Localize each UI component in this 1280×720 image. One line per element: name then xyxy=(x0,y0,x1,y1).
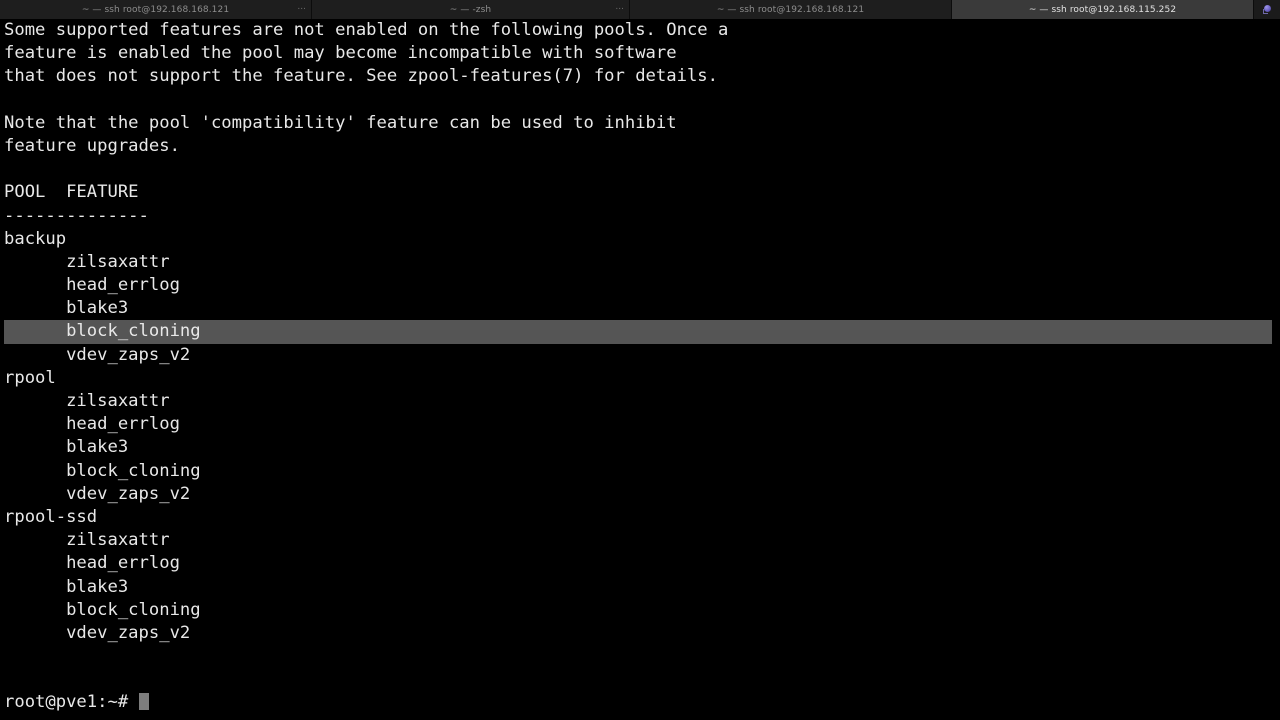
text-cursor xyxy=(138,692,149,711)
tab-bar-right-controls[interactable] xyxy=(1254,0,1280,19)
terminal-tab-3[interactable]: ~ — ssh root@192.168.168.121 xyxy=(630,0,952,19)
terminal-tab-1[interactable]: ~ — ssh root@192.168.168.121 ··· xyxy=(0,0,312,19)
terminal-line: POOL FEATURE xyxy=(0,181,1280,204)
terminal-line: block_cloning xyxy=(0,460,1280,483)
tab-title: ~ — -zsh xyxy=(449,4,492,15)
terminal-line: rpool-ssd xyxy=(0,506,1280,529)
terminal-line: feature upgrades. xyxy=(0,135,1280,158)
terminal-line-text: head_errlog xyxy=(4,414,180,435)
tab-title: ~ — ssh root@192.168.168.121 xyxy=(81,4,230,15)
terminal-line-text: blake3 xyxy=(4,437,129,458)
terminal-line: -------------- xyxy=(0,205,1280,228)
terminal-line-text: Note that the pool 'compatibility' featu… xyxy=(4,112,677,133)
terminal-line: blake3 xyxy=(0,576,1280,599)
terminal-line: vdev_zaps_v2 xyxy=(0,622,1280,645)
terminal-line-text: zilsaxattr xyxy=(4,251,170,272)
terminal-line: head_errlog xyxy=(0,552,1280,575)
tab-overflow-icon[interactable]: ··· xyxy=(615,5,624,14)
terminal-line-text: -------------- xyxy=(4,205,149,226)
terminal-line: that does not support the feature. See z… xyxy=(0,65,1280,88)
shell-prompt: root@pve1:~# xyxy=(4,692,139,713)
terminal-line-selected: block_cloning xyxy=(0,320,1280,344)
orb-tail xyxy=(1262,9,1268,14)
terminal-line-text: feature upgrades. xyxy=(4,135,180,156)
terminal-line-text: rpool xyxy=(4,367,56,388)
terminal-line: zilsaxattr xyxy=(0,251,1280,274)
tab-title: ~ — ssh root@192.168.168.121 xyxy=(716,4,865,15)
terminal-line-text: blake3 xyxy=(4,576,129,597)
terminal-line-text: POOL FEATURE xyxy=(4,182,139,203)
terminal-line-text: block_cloning xyxy=(4,321,201,342)
terminal-line: Note that the pool 'compatibility' featu… xyxy=(0,112,1280,135)
terminal-line-text: blake3 xyxy=(4,298,129,319)
terminal-line: blake3 xyxy=(0,297,1280,320)
terminal-line: zilsaxattr xyxy=(0,529,1280,552)
terminal-screen[interactable]: Some supported features are not enabled … xyxy=(0,19,1280,720)
terminal-line-text: head_errlog xyxy=(4,275,180,296)
terminal-line: head_errlog xyxy=(0,274,1280,297)
terminal-line: head_errlog xyxy=(0,413,1280,436)
orb-icon[interactable] xyxy=(1262,5,1272,14)
terminal-line-text: vdev_zaps_v2 xyxy=(4,483,191,504)
terminal-line: block_cloning xyxy=(0,599,1280,622)
tab-title: ~ — ssh root@192.168.115.252 xyxy=(1028,4,1177,15)
terminal-line: feature is enabled the pool may become i… xyxy=(0,42,1280,65)
terminal-line-text: feature is enabled the pool may become i… xyxy=(4,43,677,64)
terminal-line-text: rpool-ssd xyxy=(4,506,98,527)
terminal-line: zilsaxattr xyxy=(0,390,1280,413)
terminal-line-text: backup xyxy=(4,228,67,249)
terminal-line-text: vdev_zaps_v2 xyxy=(4,622,191,643)
terminal-line: backup xyxy=(0,228,1280,251)
terminal-line-text: that does not support the feature. See z… xyxy=(4,66,718,87)
shell-prompt-line[interactable]: root@pve1:~# xyxy=(0,691,1280,714)
terminal-tab-4[interactable]: ~ — ssh root@192.168.115.252 xyxy=(952,0,1254,19)
terminal-line-text: head_errlog xyxy=(4,553,180,574)
terminal-line: Some supported features are not enabled … xyxy=(0,19,1280,42)
terminal-line-text: block_cloning xyxy=(4,599,201,620)
terminal-line-text: zilsaxattr xyxy=(4,530,170,551)
tab-bar[interactable]: ~ — ssh root@192.168.168.121 ··· ~ — -zsh ·… xyxy=(0,0,1280,19)
tab-overflow-icon[interactable]: ··· xyxy=(297,5,306,14)
terminal-line-text: Some supported features are not enabled … xyxy=(4,20,729,40)
terminal-tab-2[interactable]: ~ — -zsh ··· xyxy=(312,0,630,19)
terminal-line-text: zilsaxattr xyxy=(4,391,170,411)
terminal-line-text: vdev_zaps_v2 xyxy=(4,344,191,365)
terminal-line: blake3 xyxy=(0,436,1280,459)
terminal-line: rpool xyxy=(0,367,1280,390)
terminal-line-text: block_cloning xyxy=(4,460,201,481)
terminal-line: vdev_zaps_v2 xyxy=(0,344,1280,367)
terminal-line: vdev_zaps_v2 xyxy=(0,483,1280,506)
